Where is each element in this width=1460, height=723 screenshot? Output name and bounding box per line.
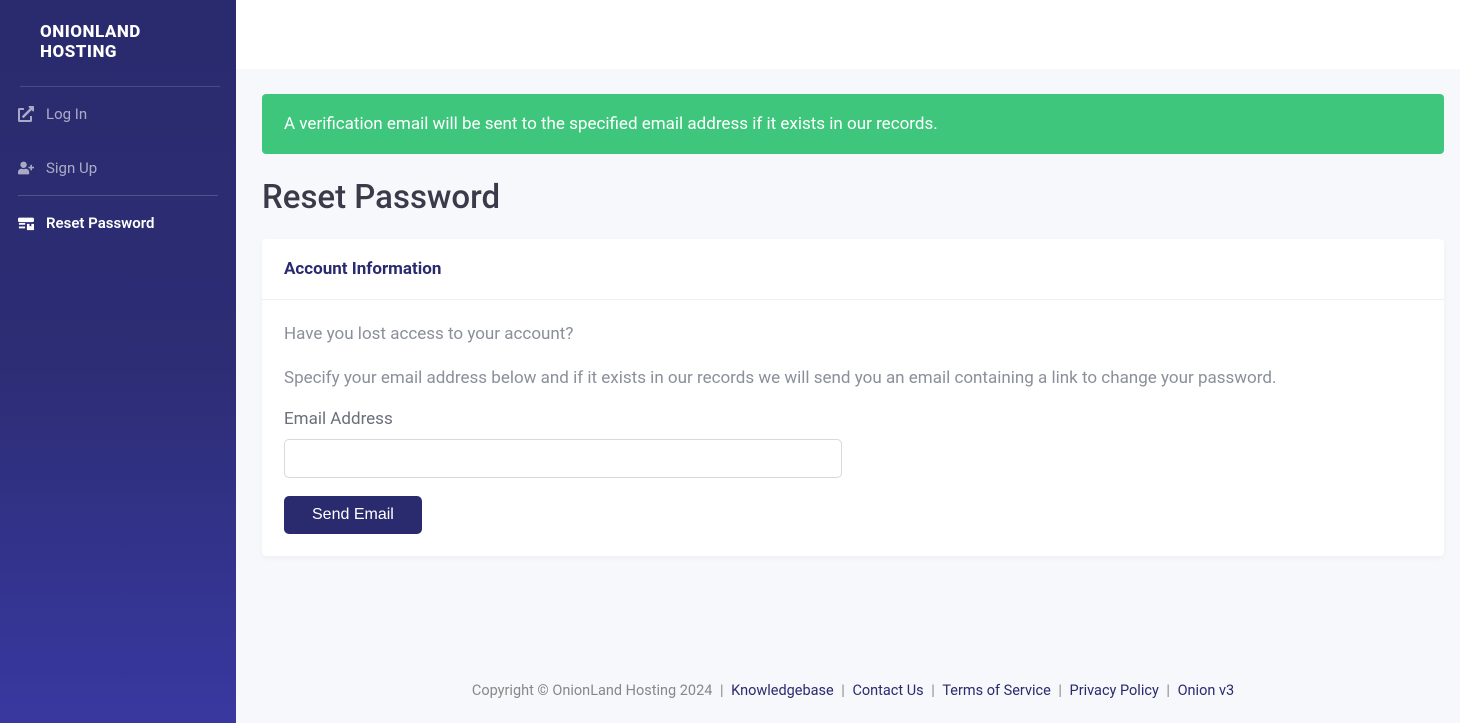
footer-link-onion[interactable]: Onion v3 — [1178, 682, 1235, 699]
sidebar-item-label: Log In — [46, 105, 87, 123]
user-plus-icon — [18, 160, 34, 176]
sidebar: ONIONLAND HOSTING Log In Sign Up Reset P… — [0, 0, 236, 723]
page-title: Reset Password — [262, 178, 1444, 217]
footer-sep: | — [720, 682, 727, 699]
account-info-card: Account Information Have you lost access… — [262, 239, 1444, 556]
sidebar-item-sign-up[interactable]: Sign Up — [0, 141, 236, 195]
sidebar-item-label: Reset Password — [46, 214, 154, 232]
footer-sep: | — [1166, 682, 1173, 699]
footer-link-contact[interactable]: Contact Us — [852, 682, 923, 699]
email-field[interactable] — [284, 439, 842, 478]
topbar — [236, 0, 1460, 69]
card-text-1: Have you lost access to your account? — [284, 322, 1422, 348]
sidebar-item-label: Sign Up — [46, 159, 97, 177]
footer-link-terms[interactable]: Terms of Service — [942, 682, 1050, 699]
footer-sep: | — [931, 682, 938, 699]
success-alert: A verification email will be sent to the… — [262, 94, 1444, 154]
brand-title: ONIONLAND HOSTING — [20, 22, 220, 87]
card-body: Have you lost access to your account? Sp… — [262, 300, 1444, 556]
footer-sep: | — [1058, 682, 1065, 699]
card-text-2: Specify your email address below and if … — [284, 366, 1422, 392]
footer-link-knowledgebase[interactable]: Knowledgebase — [731, 682, 834, 699]
card-header: Account Information — [262, 239, 1444, 300]
footer-copyright: Copyright © OnionLand Hosting 2024 — [472, 682, 713, 699]
sidebar-item-log-in[interactable]: Log In — [0, 87, 236, 141]
send-email-button[interactable]: Send Email — [284, 496, 422, 534]
footer-link-privacy[interactable]: Privacy Policy — [1070, 682, 1159, 699]
footer: Copyright © OnionLand Hosting 2024 | Kno… — [262, 664, 1444, 723]
content-area: A verification email will be sent to the… — [236, 69, 1460, 723]
email-label: Email Address — [284, 409, 1422, 429]
external-link-icon — [18, 106, 34, 122]
main-content: A verification email will be sent to the… — [236, 0, 1460, 723]
footer-sep: | — [841, 682, 848, 699]
sidebar-item-reset-password[interactable]: Reset Password — [0, 196, 236, 250]
server-icon — [18, 215, 34, 231]
